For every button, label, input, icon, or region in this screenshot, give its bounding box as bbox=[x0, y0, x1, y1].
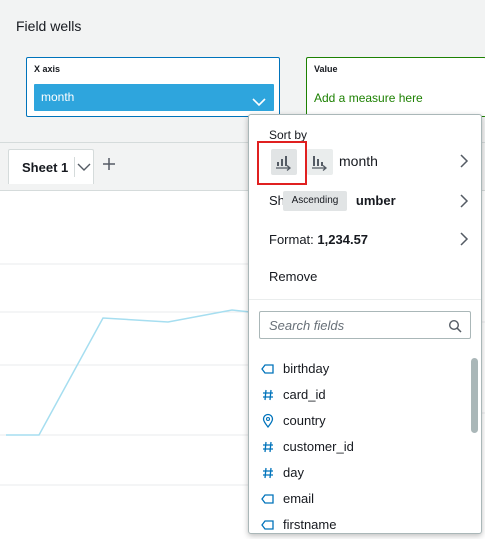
sort-by-label: Sort by bbox=[269, 128, 308, 142]
plus-icon[interactable] bbox=[102, 156, 116, 174]
search-placeholder: Search fields bbox=[269, 318, 345, 333]
format-label: Format: bbox=[269, 232, 314, 247]
field-name: email bbox=[283, 491, 315, 506]
field-list-item[interactable]: card_id bbox=[249, 384, 469, 410]
field-name: customer_id bbox=[283, 439, 354, 454]
chevron-right-icon[interactable] bbox=[459, 232, 469, 251]
location-pin-icon bbox=[262, 413, 274, 429]
field-name: birthday bbox=[283, 361, 330, 376]
menu-divider bbox=[249, 299, 481, 300]
tab-label: Sheet 1 bbox=[22, 160, 69, 175]
x-axis-label: X axis bbox=[34, 64, 61, 74]
field-list-item[interactable]: birthday bbox=[249, 358, 469, 384]
search-icon bbox=[448, 319, 462, 333]
sort-descending-button[interactable] bbox=[307, 149, 333, 175]
add-measure-placeholder[interactable]: Add a measure here bbox=[314, 91, 423, 105]
field-list-item[interactable]: firstname bbox=[249, 514, 469, 533]
tab-divider bbox=[74, 157, 75, 177]
chevron-down-icon[interactable] bbox=[77, 160, 91, 178]
highlight-box bbox=[257, 141, 307, 185]
format-value: 1,234.57 bbox=[317, 232, 369, 247]
field-list-item[interactable]: email bbox=[249, 488, 469, 514]
field-wells-title: Field wells bbox=[16, 18, 82, 34]
tag-icon bbox=[261, 494, 274, 504]
search-fields-input[interactable]: Search fields bbox=[259, 311, 471, 339]
tag-icon bbox=[261, 520, 274, 530]
value-well[interactable]: Value Add a measure here bbox=[306, 57, 485, 117]
format-menu-item[interactable]: Format: 1,234.57 bbox=[269, 232, 368, 247]
field-list-item[interactable]: country bbox=[249, 410, 469, 436]
field-name: country bbox=[283, 413, 326, 428]
field-name: day bbox=[283, 465, 304, 480]
field-list-item[interactable]: day bbox=[249, 462, 469, 488]
chevron-right-icon[interactable] bbox=[459, 194, 469, 213]
sort-descending-icon bbox=[312, 156, 328, 171]
show-as-suffix: umber bbox=[355, 193, 396, 208]
field-list-item[interactable]: customer_id bbox=[249, 436, 469, 462]
x-axis-field-pill[interactable]: month bbox=[34, 84, 274, 111]
field-name: card_id bbox=[283, 387, 326, 402]
value-label: Value bbox=[314, 64, 338, 74]
date-icon bbox=[261, 364, 274, 374]
ascending-tooltip: Ascending bbox=[283, 191, 347, 211]
x-axis-field-name: month bbox=[41, 90, 75, 104]
hash-icon bbox=[263, 441, 273, 453]
chart-series-line bbox=[6, 309, 251, 436]
tab-sheet-1[interactable]: Sheet 1 bbox=[8, 149, 94, 184]
field-options-popup: Sort by month Sh umber Ascending Format: … bbox=[248, 114, 482, 534]
hash-icon bbox=[263, 467, 273, 479]
field-list-scrollbar[interactable] bbox=[471, 358, 478, 433]
sort-field-name[interactable]: month bbox=[339, 153, 378, 169]
remove-menu-item[interactable]: Remove bbox=[269, 269, 317, 284]
x-axis-well[interactable]: X axis month bbox=[26, 57, 280, 117]
field-name: firstname bbox=[283, 517, 337, 532]
chevron-right-icon[interactable] bbox=[459, 154, 469, 173]
hash-icon bbox=[263, 389, 273, 401]
